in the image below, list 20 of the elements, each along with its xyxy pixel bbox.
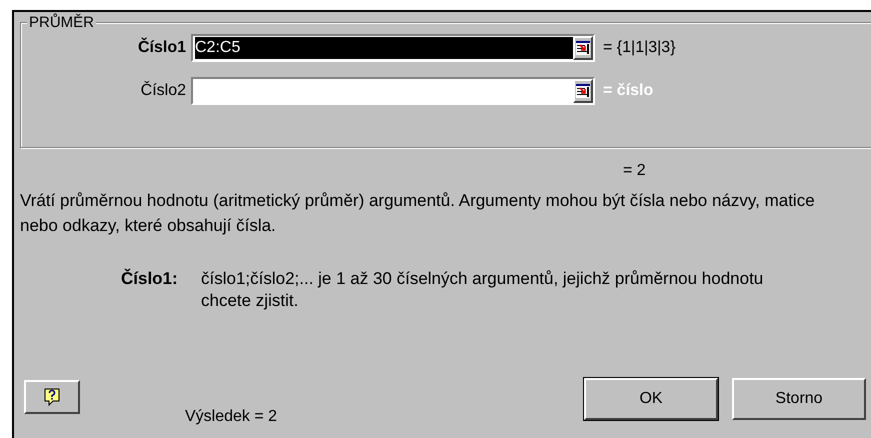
- result-text: Výsledek = 2: [185, 408, 278, 426]
- argument-help-label: Číslo1:: [121, 268, 179, 290]
- help-button[interactable]: [24, 380, 80, 414]
- input-field[interactable]: C2:C5: [191, 34, 595, 62]
- formula-result: = 2: [623, 162, 646, 179]
- argument-label: Číslo2: [140, 82, 187, 100]
- argument-hint: = číslo: [603, 82, 654, 100]
- help-icon: [44, 388, 60, 406]
- range-select-icon: [576, 84, 590, 98]
- argument-result: = {1|1|3|3}: [603, 39, 676, 57]
- range-select-icon: [576, 41, 590, 55]
- field-value: C2:C5: [195, 37, 573, 59]
- argument-help-text: číslo1;číslo2;... je 1 až 30 číselných argumentů, jejichž průměrnou hodnotu chcete zjistit.: [201, 268, 764, 312]
- collapse-dialog-button[interactable]: [573, 79, 593, 103]
- argument-label: Číslo1: [136, 39, 187, 57]
- dialog-button[interactable]: Storno: [732, 378, 866, 420]
- dialog-button[interactable]: OK: [584, 378, 718, 420]
- collapse-dialog-button[interactable]: [573, 36, 593, 60]
- input-field[interactable]: [191, 77, 595, 105]
- function-description: Vrátí průměrnou hodnotu (aritmetický průměr) argumentů. Argumenty mohou být čísla nebo názvy, matice nebo odkazy, které obsahují čísla.: [20, 190, 815, 237]
